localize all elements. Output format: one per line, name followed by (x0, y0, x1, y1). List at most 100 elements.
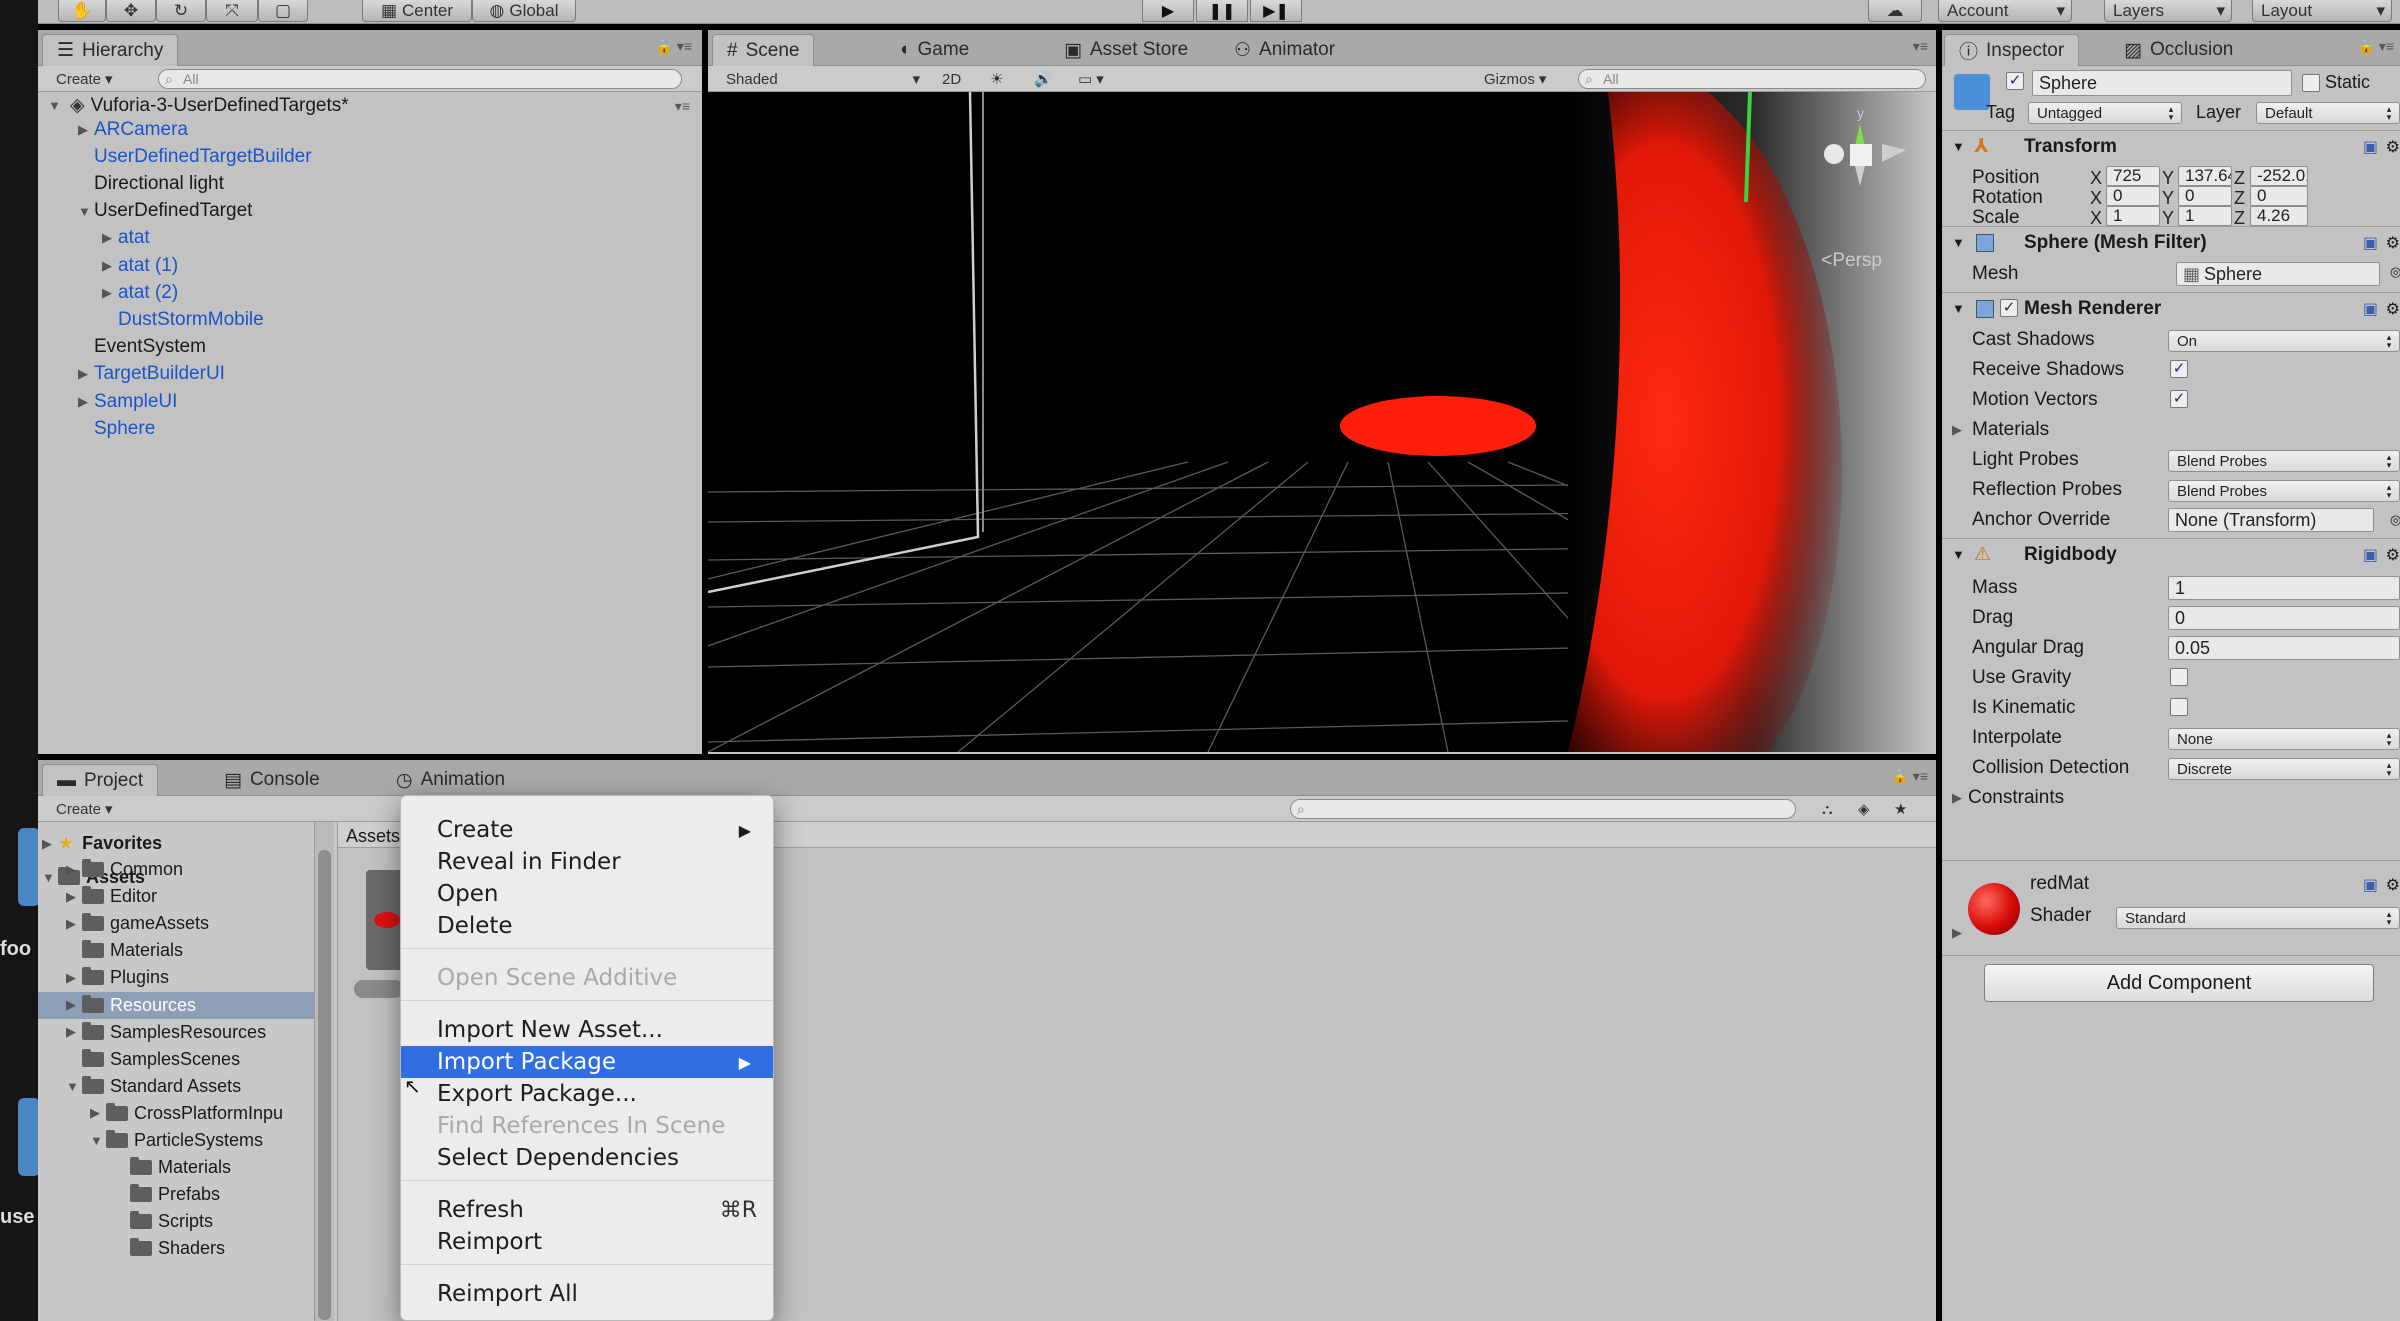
project-folder-item[interactable]: ▶ gameAssets (66, 910, 209, 937)
tab-scene[interactable]: # Scene (712, 34, 815, 66)
favorites-row[interactable]: ▶ ★ Favorites (42, 830, 162, 857)
gear-icon[interactable]: ⚙ (2386, 299, 2400, 319)
light-probes-dropdown[interactable]: Blend Probes (2168, 450, 2400, 472)
project-folder-item[interactable]: Scripts (114, 1208, 213, 1235)
expand-arrow-icon[interactable]: ▶ (102, 285, 118, 301)
expand-arrow-icon[interactable]: ▶ (78, 122, 94, 138)
hierarchy-create-button[interactable]: Create ▾ (48, 69, 121, 89)
pivot-center-button[interactable]: ▦ Center (362, 0, 472, 22)
menu-item-open[interactable]: Open (401, 878, 773, 910)
scene-search-input[interactable]: ⌕ All (1578, 69, 1926, 89)
project-folder-item[interactable]: ▶ Plugins (66, 964, 169, 991)
transform-rotation-x-field[interactable]: 0 (2106, 186, 2160, 206)
menu-item-create[interactable]: Create ▶ (401, 814, 773, 846)
tab-asset-store[interactable]: ▣ Asset Store (1050, 34, 1202, 66)
scale-tool-button[interactable]: ⤧ (206, 0, 258, 22)
help-book-icon[interactable]: ▣ (2363, 233, 2378, 253)
project-folder-item[interactable]: ▼ ParticleSystems (90, 1127, 263, 1154)
gear-icon[interactable]: ⚙ (2386, 545, 2400, 565)
pause-button[interactable]: ❚❚ (1196, 0, 1248, 22)
collapse-arrow-icon[interactable]: ▼ (1952, 235, 1965, 250)
receive-shadows-checkbox[interactable]: ✓ (2170, 360, 2188, 378)
expand-arrow-icon[interactable]: ▶ (66, 997, 82, 1013)
step-button[interactable]: ▶❚ (1250, 0, 1302, 22)
panel-menu-icon[interactable]: 🔒 ▾≡ (655, 38, 692, 55)
collapse-arrow-icon[interactable]: ▼ (1952, 139, 1965, 154)
account-dropdown[interactable]: Account ▾ (1938, 0, 2072, 22)
expand-arrow-icon[interactable]: ▶ (78, 366, 94, 382)
hierarchy-item[interactable]: ▶ ARCamera (78, 116, 188, 143)
expand-arrow-icon[interactable]: ▶ (90, 1105, 106, 1121)
hierarchy-item[interactable]: ▶ atat (102, 225, 150, 252)
transform-scale-z-field[interactable]: 4.26 (2250, 206, 2308, 226)
tab-animation[interactable]: ◷ Animation (382, 764, 519, 796)
project-folder-item[interactable]: ▶ CrossPlatformInpu (90, 1100, 283, 1127)
desktop-file-icon[interactable] (18, 1098, 38, 1176)
project-folder-item[interactable]: ▶ Common (66, 856, 183, 883)
gear-icon[interactable]: ⚙ (2386, 233, 2400, 253)
project-folder-item[interactable]: ▶ SamplesResources (66, 1019, 266, 1046)
breadcrumb-assets[interactable]: Assets (346, 826, 400, 847)
materials-row[interactable]: ▶ Materials (1942, 416, 2400, 444)
mass-field[interactable]: 1 (2168, 576, 2400, 600)
transform-position-x-field[interactable]: 725 (2106, 166, 2160, 186)
object-picker-icon[interactable]: ◎ (2390, 264, 2400, 280)
cast-shadows-dropdown[interactable]: On (2168, 330, 2400, 352)
menu-item-select-dependencies[interactable]: Select Dependencies (401, 1142, 773, 1174)
tab-hierarchy[interactable]: ☰ Hierarchy (42, 34, 179, 66)
panel-menu-icon[interactable]: 🔒 ▾≡ (2357, 38, 2394, 55)
project-folder-item[interactable]: ▶ Editor (66, 883, 157, 910)
scene-root-row[interactable]: ▼ ◈ Vuforia-3-UserDefinedTargets* (48, 92, 349, 119)
mesh-filter-header[interactable]: ▼ Sphere (Mesh Filter) ▣ ⚙ (1942, 226, 2400, 258)
panel-menu-icon[interactable]: 🔒 ▾≡ (1891, 768, 1928, 785)
collapse-arrow-icon[interactable]: ▼ (66, 1079, 82, 1094)
collision-detection-dropdown[interactable]: Discrete (2168, 758, 2400, 780)
expand-arrow-icon[interactable]: ▶ (66, 1024, 82, 1040)
project-folder-item[interactable]: Shaders (114, 1235, 225, 1262)
transform-rotation-y-field[interactable]: 0 (2178, 186, 2232, 206)
expand-arrow-icon[interactable]: ▶ (78, 394, 94, 410)
expand-arrow-icon[interactable]: ▶ (1952, 790, 1962, 806)
transform-header[interactable]: ▼ ⅄ Transform ▣ ⚙ (1942, 130, 2400, 162)
favorite-button[interactable]: ★ (1886, 799, 1915, 819)
hand-tool-button[interactable]: ✋ (58, 0, 106, 22)
add-component-button[interactable]: Add Component (1984, 964, 2374, 1002)
project-folder-item[interactable]: Materials (66, 937, 183, 964)
project-folder-item[interactable]: Materials (114, 1154, 231, 1181)
gizmos-dropdown[interactable]: Gizmos ▾ (1476, 69, 1554, 89)
help-book-icon[interactable]: ▣ (2363, 545, 2378, 565)
project-folder-item[interactable]: SamplesScenes (66, 1046, 240, 1073)
hierarchy-item[interactable]: ▶ atat (1) (102, 252, 178, 279)
hierarchy-search-input[interactable]: ⌕ All (158, 69, 682, 89)
mesh-renderer-enabled-checkbox[interactable]: ✓ (2000, 299, 2018, 317)
expand-arrow-icon[interactable]: ▶ (42, 836, 58, 852)
tab-inspector[interactable]: ⓘ Inspector (1944, 34, 2080, 66)
play-button[interactable]: ▶ (1142, 0, 1194, 22)
menu-item-reveal-in-finder[interactable]: Reveal in Finder (401, 846, 773, 878)
tab-occlusion[interactable]: ▨ Occlusion (2110, 34, 2247, 66)
constraints-row[interactable]: ▶ Constraints (1942, 784, 2400, 812)
menu-item-reimport[interactable]: Reimport (401, 1226, 773, 1258)
rotate-tool-button[interactable]: ↻ (156, 0, 206, 22)
collapse-arrow-icon[interactable]: ▼ (90, 1133, 106, 1148)
lighting-toggle[interactable]: ☀ (982, 69, 1011, 89)
rigidbody-header[interactable]: ▼ ⚠ Rigidbody ▣ ⚙ (1942, 538, 2400, 570)
drag-field[interactable]: 0 (2168, 606, 2400, 630)
filter-label-button[interactable]: ◈ (1850, 799, 1878, 819)
hierarchy-item[interactable]: ▶ TargetBuilderUI (78, 361, 225, 388)
hierarchy-item[interactable]: EventSystem (78, 334, 206, 361)
layer-dropdown[interactable]: Default (2256, 102, 2400, 124)
object-name-field[interactable]: Sphere (2032, 70, 2292, 96)
help-book-icon[interactable]: ▣ (2363, 299, 2378, 319)
angular-drag-field[interactable]: 0.05 (2168, 636, 2400, 660)
motion-vectors-checkbox[interactable]: ✓ (2170, 390, 2188, 408)
project-create-button[interactable]: Create ▾ (48, 799, 121, 819)
filter-type-button[interactable]: ⛬ (1814, 799, 1841, 819)
cloud-button[interactable]: ☁ (1868, 0, 1922, 22)
menu-item-export-package[interactable]: Export Package... (401, 1078, 773, 1110)
active-checkbox[interactable]: ✓ (2006, 72, 2024, 90)
mesh-field[interactable]: ▦ Sphere (2176, 262, 2380, 286)
reflection-probes-dropdown[interactable]: Blend Probes (2168, 480, 2400, 502)
collapse-arrow-icon[interactable]: ▼ (1952, 547, 1965, 562)
hierarchy-item[interactable]: ▶ SampleUI (78, 388, 177, 415)
